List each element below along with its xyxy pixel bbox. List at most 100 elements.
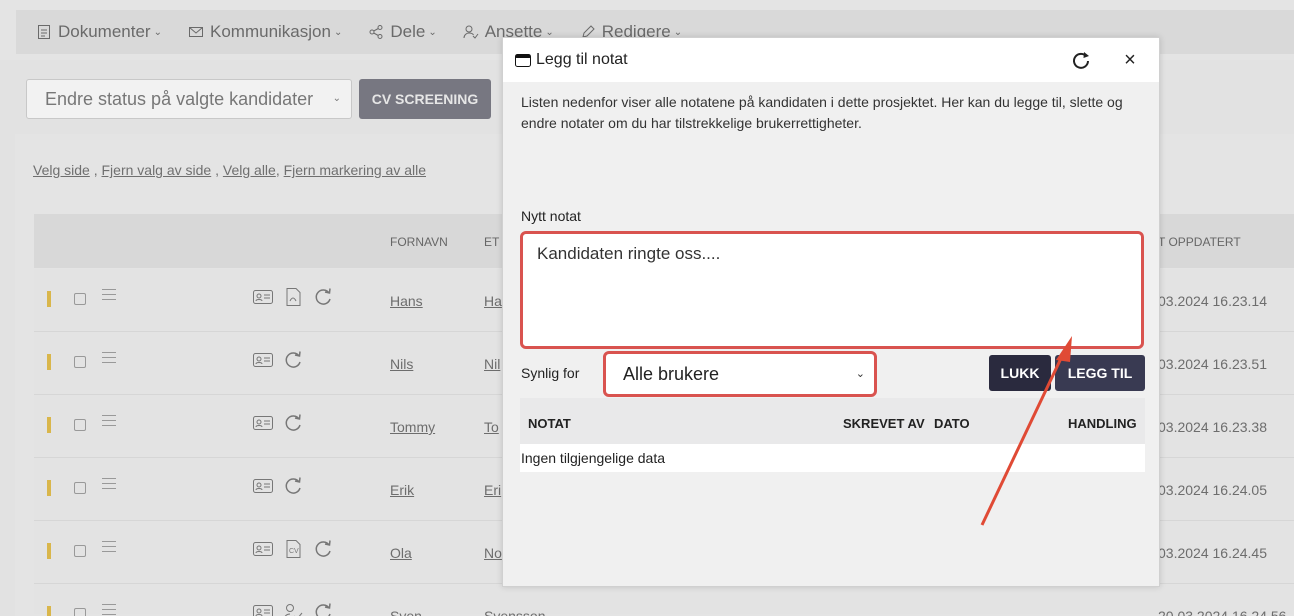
id-card-icon[interactable] [252,602,274,616]
row-checkbox[interactable] [74,419,86,431]
cell-fornavn[interactable]: Tommy [390,419,435,435]
synlig-highlight: Alle brukere ⌄ [603,351,877,397]
link-velg-alle[interactable]: Velg alle [223,162,276,178]
cell-etternavn[interactable]: Svensson [484,608,545,616]
lukk-button[interactable]: LUKK [989,355,1051,391]
cv-screening-button[interactable]: CV SCREENING [359,79,491,119]
menu-kommunikasjon[interactable]: Kommunikasjon ⌄ [188,22,342,42]
menu-dele-label: Dele [390,22,426,41]
refresh-icon[interactable] [282,476,304,496]
id-card-icon[interactable] [252,413,274,433]
id-card-icon[interactable] [252,476,274,496]
cell-etternavn[interactable]: Eri [484,482,501,498]
row-actions: CV [252,539,342,559]
cell-oppdatert: 03.2024 16.23.14 [1158,293,1267,309]
menu-icon[interactable] [102,352,116,367]
chevron-down-icon: ⌄ [673,26,683,38]
cell-fornavn[interactable]: Erik [390,482,414,498]
window-icon [515,54,531,67]
link-velg-side[interactable]: Velg side [33,162,90,178]
cell-etternavn[interactable]: Nil [484,356,500,372]
menu-icon[interactable] [102,541,116,556]
refresh-icon[interactable] [312,287,334,307]
chevron-down-icon: ⌄ [545,26,554,38]
cell-fornavn[interactable]: Ola [390,545,412,561]
row-checkbox[interactable] [74,608,86,616]
refresh-icon[interactable] [1070,50,1092,72]
col-oppdatert[interactable]: T OPPDATERT [1158,235,1241,249]
cell-fornavn[interactable]: Nils [390,356,413,372]
synlig-for-select[interactable]: Alle brukere ⌄ [611,359,869,389]
synlig-for-value: Alle brukere [623,363,720,384]
status-bar [47,354,51,370]
menu-icon[interactable] [102,604,116,616]
cv-icon[interactable]: CV [282,539,304,559]
cell-etternavn[interactable]: To [484,419,499,435]
col-notat[interactable]: NOTAT [528,416,571,431]
status-bar [47,417,51,433]
menu-icon[interactable] [102,478,116,493]
note-highlight: Kandidaten ringte oss.... [520,231,1144,349]
cell-oppdatert: 20.03.2024 16.24.56 [1158,608,1287,616]
id-card-icon[interactable] [252,287,274,307]
link-fjern-markering[interactable]: Fjern markering av alle [284,162,426,178]
row-checkbox[interactable] [74,356,86,368]
chevron-down-icon: ⌄ [153,26,162,38]
row-checkbox[interactable] [74,293,86,305]
menu-dokumenter[interactable]: Dokumenter ⌄ [36,22,162,42]
cell-oppdatert: 03.2024 16.23.51 [1158,356,1267,372]
refresh-icon[interactable] [282,413,304,433]
cell-fornavn[interactable]: Hans [390,293,423,309]
notes-table-header: NOTAT SKREVET AV DATO HANDLING [520,398,1145,444]
refresh-icon[interactable] [312,602,334,616]
modal-header: Legg til notat × [503,38,1159,82]
id-card-icon[interactable] [252,350,274,370]
row-checkbox[interactable] [74,545,86,557]
cell-etternavn[interactable]: Ha [484,293,502,309]
nytt-notat-label: Nytt notat [521,208,581,224]
col-skrevet-av[interactable]: SKREVET AV [843,416,925,431]
refresh-icon[interactable] [282,350,304,370]
col-handling[interactable]: HANDLING [1068,416,1137,431]
status-bar [47,606,51,616]
user-check-icon [463,25,479,39]
col-etternavn[interactable]: ET [484,235,499,249]
close-icon[interactable]: × [1121,49,1139,71]
legg-til-button[interactable]: LEGG TIL [1055,355,1145,391]
notes-table: NOTAT SKREVET AV DATO HANDLING Ingen til… [520,398,1145,472]
row-actions [252,413,312,433]
col-fornavn[interactable]: FORNAVN [390,235,448,249]
col-dato[interactable]: DATO [934,416,970,431]
menu-dokumenter-label: Dokumenter [58,22,151,41]
notes-empty-message: Ingen tilgjengelige data [520,444,1145,472]
modal-title: Legg til notat [536,51,628,68]
note-textarea[interactable]: Kandidaten ringte oss.... [523,234,1141,346]
mail-icon [189,27,203,37]
status-bar [47,543,51,559]
row-checkbox[interactable] [74,482,86,494]
cell-oppdatert: 03.2024 16.24.05 [1158,482,1267,498]
menu-icon[interactable] [102,289,116,304]
user-check-icon[interactable] [282,602,304,616]
status-select[interactable]: Endre status på valgte kandidater ⌄ [26,79,352,119]
document-icon [38,25,50,39]
modal-body: Listen nedenfor viser alle notatene på k… [513,82,1145,582]
row-actions [252,350,312,370]
pdf-icon[interactable] [282,287,304,307]
menu-icon[interactable] [102,415,116,430]
cell-fornavn[interactable]: Sven [390,608,422,616]
modal-description: Listen nedenfor viser alle notatene på k… [521,94,1123,131]
table-row: Sven Svensson 20.03.2024 16.24.56 [34,584,1294,616]
chevron-down-icon: ⌄ [855,368,865,380]
menu-dele[interactable]: Dele ⌄ [368,22,437,42]
id-card-icon[interactable] [252,539,274,559]
synlig-for-label: Synlig for [521,365,580,381]
refresh-icon[interactable] [312,539,334,559]
link-fjern-valg-side[interactable]: Fjern valg av side [102,162,212,178]
menu-kommunikasjon-label: Kommunikasjon [210,22,331,41]
row-actions [252,287,342,307]
row-actions [252,476,312,496]
cell-oppdatert: 03.2024 16.24.45 [1158,545,1267,561]
add-note-modal: Legg til notat × Listen nedenfor viser a… [502,37,1160,587]
cell-etternavn[interactable]: No [484,545,502,561]
